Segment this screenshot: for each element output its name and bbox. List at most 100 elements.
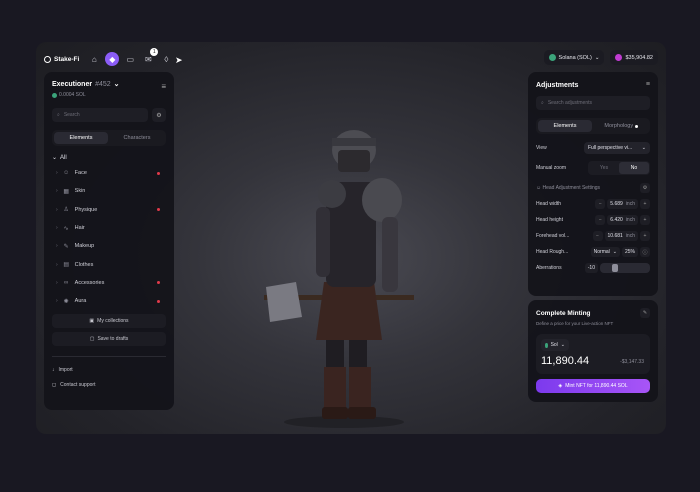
save-icon: ▢ [89,336,95,343]
app-frame: Stake-Fi ⌂ ◆ ▭ ✉ 1 ◊ ➤ Solana (SOL) ⌄ $3… [36,42,666,434]
settings-icon[interactable]: ⚙ [640,183,650,193]
create-button[interactable]: ◆ [105,52,120,66]
category-clothes[interactable]: › ▤ Clothes [52,255,166,273]
wallet-button[interactable]: ◊ [159,52,173,66]
search-input[interactable]: ⌕ Search [52,108,148,122]
head-settings-header[interactable]: ☺ Head Adjustment Settings [536,185,600,191]
divider [52,356,166,358]
edit-icon[interactable]: ✎ [640,308,650,318]
minting-panel: Complete Minting ✎ Define a price for yo… [528,300,658,402]
plus-icon[interactable]: + [640,231,650,241]
head-height-value[interactable]: 6.420 inch [607,215,638,225]
mint-nft-button[interactable]: ◈ Mint NFT for 11,890.44 SOL [536,379,650,393]
zoom-yes[interactable]: Yes [589,162,619,174]
menu-icon[interactable]: ≡ [646,81,650,88]
category-physique[interactable]: › ♙ Physique [52,201,166,219]
character-model[interactable] [254,82,434,432]
logo-icon [44,55,51,63]
currency-label: Sol [550,342,558,348]
character-panel: Executioner #452 ⌄ ≡ 0.0004 SOL ⌕ Search… [44,72,174,410]
adjust-tabs: Elements Morphology [536,118,650,134]
category-hair[interactable]: › ∿ Hair [52,219,166,237]
value-text: 5.689 [610,201,623,207]
category-accessories[interactable]: › ∞ Accessories [52,274,166,292]
category-skin[interactable]: › ▦ Skin [52,182,166,200]
accessories-icon: ∞ [64,279,69,286]
unit-text: inch [625,233,635,239]
head-height-stepper: − 6.420 inch + [595,215,650,225]
price-box: Sol ⌄ 11,890.44 -$3,147.33 [536,334,650,374]
category-label: Accessories [74,279,105,286]
currency-select[interactable]: Sol ⌄ [541,339,569,351]
aberrations-control: -10 [584,263,650,273]
rough-mode-select[interactable]: Normal ⌄ [590,247,620,257]
minus-icon[interactable]: − [595,199,606,209]
mint-description: Define a price for your Live-action NFT [536,321,614,326]
top-right-bar: Solana (SOL) ⌄ $35,904.82 [543,50,658,65]
bell-icon: ✉ [144,54,152,64]
zoom-no[interactable]: No [619,162,649,174]
notifications-button[interactable]: ✉ 1 [141,48,159,66]
filter-icon: ⚙ [156,112,162,119]
category-aura[interactable]: › ✺ Aura [52,292,166,310]
notification-badge: 1 [150,48,159,56]
skin-icon: ▦ [63,188,69,195]
view-select[interactable]: Full perspective vi... ⌄ [584,142,650,154]
menu-icon[interactable]: ≡ [161,82,166,91]
collections-label: My collections [97,318,129,325]
plus-icon[interactable]: + [640,215,650,225]
category-face[interactable]: › ☺ Face [52,164,166,182]
chevron-right-icon: › [56,170,58,177]
physique-icon: ♙ [63,207,69,214]
adjustments-search-input[interactable]: ⌕ Search adjustments [536,96,650,110]
all-toggle[interactable]: ⌄ All [52,154,166,162]
chevron-down-icon: ⌄ [52,155,58,161]
value-text: 6.420 [610,217,623,223]
home-button[interactable]: ⌂ [87,52,101,66]
category-label: Clothes [74,261,94,268]
minus-icon[interactable]: − [595,215,606,225]
all-label: All [60,154,67,161]
chat-button[interactable]: ▭ [123,52,137,66]
forehead-value[interactable]: 10.681 inch [604,231,638,241]
zoom-label: Manual zoom [536,165,567,171]
save-drafts-button[interactable]: ▢ Save to drafts [52,332,166,347]
tab-elements[interactable]: Elements [538,120,592,132]
chevron-right-icon: › [56,225,58,232]
param-label: Head width [536,201,562,207]
balance-chip[interactable]: $35,904.82 [610,50,658,65]
category-list: › ☺ Face › ▦ Skin › ♙ Physique › ∿ Hair › ✎ Makeup… [52,164,166,310]
category-makeup[interactable]: › ✎ Makeup [52,237,166,255]
chevron-down-icon: ⌄ [641,145,646,151]
adjustments-panel: Adjustments ≡ ⌕ Search adjustments Eleme… [528,72,658,296]
rough-percent[interactable]: 25% [621,247,638,257]
mint-button-label: Mint NFT for 11,890.44 SOL [565,383,628,389]
character-number: #452 [95,80,111,88]
slider-handle[interactable] [612,264,618,272]
tab-characters[interactable]: Characters [110,132,164,144]
head-width-value[interactable]: 5.689 inch [607,199,638,209]
my-collections-button[interactable]: ▣ My collections [52,314,166,329]
info-icon[interactable]: ⓘ [640,247,650,257]
unit-text: inch [625,201,635,207]
solana-icon [548,54,556,61]
app-logo[interactable]: Stake-Fi [44,55,79,63]
aura-icon: ✺ [63,298,69,305]
network-selector[interactable]: Solana (SOL) ⌄ [543,50,605,65]
tab-elements[interactable]: Elements [54,132,108,144]
plus-icon[interactable]: + [640,199,650,209]
search-icon: ⌕ [541,100,544,106]
minus-icon[interactable]: − [592,231,603,241]
tab-morphology[interactable]: Morphology [594,120,648,132]
character-title[interactable]: Executioner #452 ⌄ [52,80,166,89]
price-value: 0.0004 SOL [59,92,86,98]
import-link[interactable]: ↓ Import [52,367,166,373]
contact-support-link[interactable]: ◻ Contact support [52,382,166,388]
balance-value: $35,904.82 [625,54,653,61]
aberrations-slider[interactable] [600,263,650,273]
home-icon: ⌂ [91,54,97,64]
status-dot [157,171,160,175]
pointer-cursor-icon: ➤ [175,55,183,65]
param-label: Head height [536,217,563,223]
filter-button[interactable]: ⚙ [152,108,166,122]
